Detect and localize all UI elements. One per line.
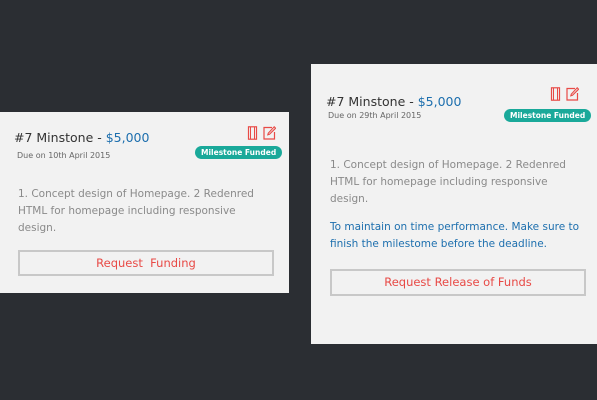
edit-icon[interactable] [263, 126, 276, 140]
performance-note: To maintain on time performance. Make su… [330, 221, 580, 250]
card-actions [549, 87, 579, 101]
status-badge: Milestone Funded [195, 146, 283, 159]
milestone-title-label: #7 Minstone - [14, 130, 106, 145]
milestone-amount: $5,000 [417, 94, 462, 109]
edit-icon[interactable] [566, 87, 579, 101]
due-date: Due on 10th April 2015 [17, 151, 111, 160]
document-icon[interactable] [549, 87, 562, 101]
milestone-title-label: #7 Minstone - [326, 94, 418, 109]
milestone-title: #7 Minstone - $5,000 [326, 94, 461, 109]
request-funding-button[interactable]: Request Funding [18, 250, 274, 276]
milestone-card: #7 Minstone - $5,000 Due on 10th April 2… [0, 112, 289, 293]
status-badge: Milestone Funded [504, 109, 592, 122]
card-actions [246, 126, 276, 140]
request-release-button[interactable]: Request Release of Funds [330, 269, 586, 296]
due-date: Due on 29th April 2015 [328, 111, 422, 120]
milestone-description: 1. Concept design of Homepage. 2 Redenre… [330, 159, 566, 205]
milestone-card: #7 Minstone - $5,000 Due on 29th April 2… [311, 64, 597, 344]
document-icon[interactable] [246, 126, 259, 140]
milestone-description: 1. Concept design of Homepage. 2 Redenre… [18, 188, 254, 234]
milestone-amount: $5,000 [105, 130, 150, 145]
milestone-title: #7 Minstone - $5,000 [14, 130, 149, 145]
